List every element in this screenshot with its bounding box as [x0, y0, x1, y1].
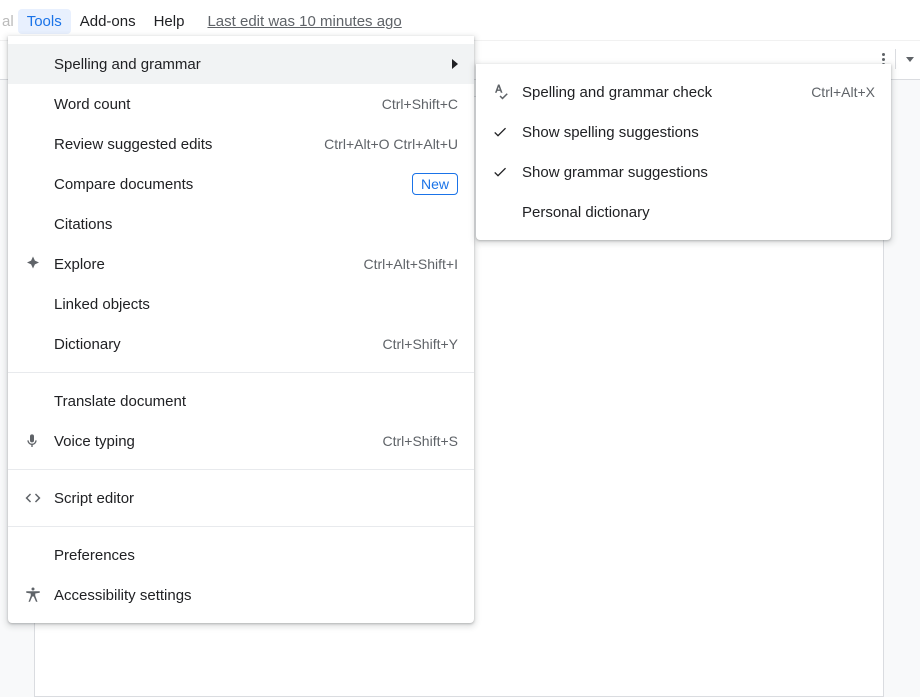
- microphone-icon: [24, 432, 54, 450]
- menu-item-shortcut: Ctrl+Alt+O Ctrl+Alt+U: [324, 136, 458, 152]
- menubar: al Tools Add-ons Help Last edit was 10 m…: [0, 6, 402, 36]
- menu-separator: [8, 469, 474, 470]
- tools-menu: Spelling and grammar Word count Ctrl+Shi…: [8, 36, 474, 623]
- menu-item-label: Show spelling suggestions: [522, 124, 875, 141]
- menu-item-label: Script editor: [54, 490, 458, 507]
- menu-item-label: Review suggested edits: [54, 136, 312, 153]
- menu-item-label: Preferences: [54, 547, 458, 564]
- menu-separator: [8, 526, 474, 527]
- menu-item-label: Spelling and grammar check: [522, 84, 799, 101]
- submenu-item-show-spelling[interactable]: Show spelling suggestions: [476, 112, 891, 152]
- menu-item-label: Citations: [54, 216, 458, 233]
- menu-item-word-count[interactable]: Word count Ctrl+Shift+C: [8, 84, 474, 124]
- explore-icon: [24, 255, 54, 273]
- checkmark-icon: [492, 164, 522, 180]
- menu-item-label: Accessibility settings: [54, 587, 458, 604]
- new-badge: New: [412, 173, 458, 195]
- submenu-item-show-grammar[interactable]: Show grammar suggestions: [476, 152, 891, 192]
- checkmark-icon: [492, 124, 522, 140]
- menu-item-shortcut: Ctrl+Shift+S: [383, 433, 458, 449]
- menu-item-label: Dictionary: [54, 336, 371, 353]
- menu-item-label: Voice typing: [54, 433, 371, 450]
- menu-item-shortcut: Ctrl+Alt+X: [811, 84, 875, 100]
- menu-item-citations[interactable]: Citations: [8, 204, 474, 244]
- menu-item-spelling-grammar[interactable]: Spelling and grammar: [8, 44, 474, 84]
- last-edit-link[interactable]: Last edit was 10 minutes ago: [207, 13, 401, 30]
- submenu-arrow-icon: [452, 59, 458, 69]
- menu-item-label: Translate document: [54, 393, 458, 410]
- menu-item-shortcut: Ctrl+Shift+Y: [383, 336, 458, 352]
- menu-item-review-edits[interactable]: Review suggested edits Ctrl+Alt+O Ctrl+A…: [8, 124, 474, 164]
- menu-item-shortcut: Ctrl+Alt+Shift+I: [363, 256, 458, 272]
- menu-item-accessibility[interactable]: Accessibility settings: [8, 575, 474, 615]
- menu-item-translate[interactable]: Translate document: [8, 381, 474, 421]
- menu-item-linked-objects[interactable]: Linked objects: [8, 284, 474, 324]
- menu-item-label: Personal dictionary: [522, 204, 875, 221]
- menu-item-dictionary[interactable]: Dictionary Ctrl+Shift+Y: [8, 324, 474, 364]
- submenu-item-personal-dictionary[interactable]: Personal dictionary: [476, 192, 891, 232]
- menu-item-label: Compare documents: [54, 176, 412, 193]
- menu-item-preferences[interactable]: Preferences: [8, 535, 474, 575]
- menu-item-explore[interactable]: Explore Ctrl+Alt+Shift+I: [8, 244, 474, 284]
- menu-item-script-editor[interactable]: Script editor: [8, 478, 474, 518]
- submenu-item-check[interactable]: Spelling and grammar check Ctrl+Alt+X: [476, 72, 891, 112]
- menu-item-shortcut: Ctrl+Shift+C: [382, 96, 458, 112]
- menubar-item-tools[interactable]: Tools: [18, 9, 71, 34]
- menu-item-compare-docs[interactable]: Compare documents New: [8, 164, 474, 204]
- menubar-item-addons[interactable]: Add-ons: [71, 9, 145, 34]
- toolbar-divider: [895, 49, 896, 69]
- menubar-item-help[interactable]: Help: [145, 9, 194, 34]
- menu-separator: [8, 372, 474, 373]
- menu-item-label: Explore: [54, 256, 351, 273]
- caret-down-icon[interactable]: [906, 57, 914, 62]
- menu-item-label: Spelling and grammar: [54, 56, 444, 73]
- spellcheck-icon: [492, 83, 522, 101]
- menu-item-voice-typing[interactable]: Voice typing Ctrl+Shift+S: [8, 421, 474, 461]
- menu-item-label: Word count: [54, 96, 370, 113]
- menu-item-label: Linked objects: [54, 296, 458, 313]
- menubar-clipped-text: al: [0, 13, 18, 30]
- accessibility-icon: [24, 586, 54, 604]
- spelling-grammar-submenu: Spelling and grammar check Ctrl+Alt+X Sh…: [476, 64, 891, 240]
- menu-item-label: Show grammar suggestions: [522, 164, 875, 181]
- code-icon: [24, 489, 54, 507]
